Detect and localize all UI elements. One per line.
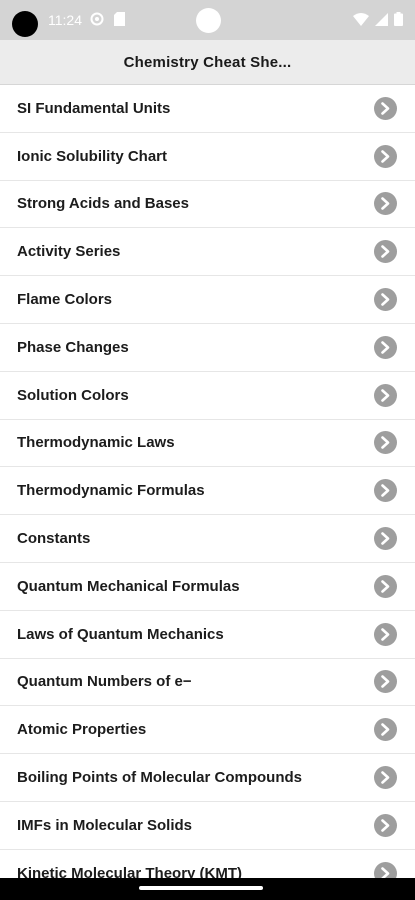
- list-item-label: Phase Changes: [17, 338, 129, 356]
- list-item[interactable]: Phase Changes: [0, 324, 415, 372]
- list-item[interactable]: Ionic Solubility Chart: [0, 133, 415, 181]
- list-item-label: Activity Series: [17, 243, 121, 261]
- front-camera: [196, 8, 221, 33]
- list-item[interactable]: Laws of Quantum Mechanics: [0, 611, 415, 659]
- camera-cutout: [12, 11, 38, 37]
- chevron-right-icon[interactable]: [374, 622, 397, 646]
- list-item[interactable]: IMFs in Molecular Solids: [0, 802, 415, 850]
- list-item-label: SI Fundamental Units: [17, 99, 171, 117]
- status-bar: 11:24: [0, 0, 415, 40]
- list-item[interactable]: Quantum Mechanical Formulas: [0, 563, 415, 611]
- list-item[interactable]: Activity Series: [0, 228, 415, 277]
- chevron-right-icon[interactable]: [374, 670, 397, 694]
- list-item-label: IMFs in Molecular Solids: [17, 816, 193, 834]
- app-bar: Chemistry Cheat She...: [0, 40, 415, 85]
- chevron-right-icon[interactable]: [374, 144, 397, 168]
- chevron-right-icon[interactable]: [374, 718, 397, 742]
- list-item[interactable]: Flame Colors: [0, 276, 415, 324]
- list-item[interactable]: Atomic Properties: [0, 706, 415, 755]
- list-item-label: Solution Colors: [17, 386, 129, 404]
- settings-icon: [90, 12, 104, 26]
- signal-icon: [375, 12, 388, 26]
- chevron-right-icon[interactable]: [374, 479, 397, 503]
- chevron-right-icon[interactable]: [374, 766, 397, 790]
- status-time: 11:24: [48, 12, 82, 28]
- battery-icon: [394, 12, 403, 26]
- chevron-right-icon[interactable]: [374, 240, 397, 264]
- chevron-right-icon[interactable]: [374, 431, 397, 455]
- sim-icon: [114, 12, 125, 26]
- list-item[interactable]: Quantum Numbers of e−: [0, 659, 415, 707]
- chevron-right-icon[interactable]: [374, 383, 397, 407]
- list-item-label: Strong Acids and Bases: [17, 195, 189, 213]
- list-item[interactable]: Boiling Points of Molecular Compounds: [0, 754, 415, 802]
- list-item[interactable]: Strong Acids and Bases: [0, 181, 415, 229]
- chevron-right-icon[interactable]: [374, 96, 397, 120]
- navigation-bar: [0, 878, 415, 900]
- list-item-label: Constants: [17, 530, 91, 548]
- list-item-label: Quantum Mechanical Formulas: [17, 577, 240, 595]
- list-item[interactable]: Thermodynamic Laws: [0, 420, 415, 468]
- chevron-right-icon[interactable]: [374, 527, 397, 551]
- list-item-label: Kinetic Molecular Theory (KMT): [17, 864, 243, 878]
- list-item[interactable]: Solution Colors: [0, 372, 415, 420]
- list-item-label: Laws of Quantum Mechanics: [17, 625, 224, 643]
- home-gesture-handle[interactable]: [139, 886, 263, 890]
- list-item[interactable]: Kinetic Molecular Theory (KMT): [0, 850, 415, 878]
- topic-list[interactable]: SI Fundamental Units Ionic Solubility Cha…: [0, 85, 415, 878]
- page-title: Chemistry Cheat She...: [123, 53, 292, 71]
- chevron-right-icon[interactable]: [374, 192, 397, 216]
- chevron-right-icon[interactable]: [374, 288, 397, 312]
- list-item[interactable]: Constants: [0, 515, 415, 563]
- list-item-label: Atomic Properties: [17, 721, 147, 739]
- list-item[interactable]: Thermodynamic Formulas: [0, 467, 415, 516]
- list-item-label: Boiling Points of Molecular Compounds: [17, 769, 302, 787]
- list-item-label: Quantum Numbers of e−: [17, 673, 192, 691]
- chevron-right-icon[interactable]: [374, 813, 397, 837]
- list-item-label: Thermodynamic Laws: [17, 434, 175, 452]
- wifi-icon: [353, 12, 369, 26]
- list-item[interactable]: SI Fundamental Units: [0, 85, 415, 133]
- chevron-right-icon[interactable]: [374, 861, 397, 878]
- status-icons: [353, 12, 403, 26]
- chevron-right-icon[interactable]: [374, 335, 397, 359]
- chevron-right-icon[interactable]: [374, 574, 397, 598]
- list-item-label: Flame Colors: [17, 291, 113, 309]
- list-item-label: Ionic Solubility Chart: [17, 147, 168, 165]
- list-item-label: Thermodynamic Formulas: [17, 482, 205, 500]
